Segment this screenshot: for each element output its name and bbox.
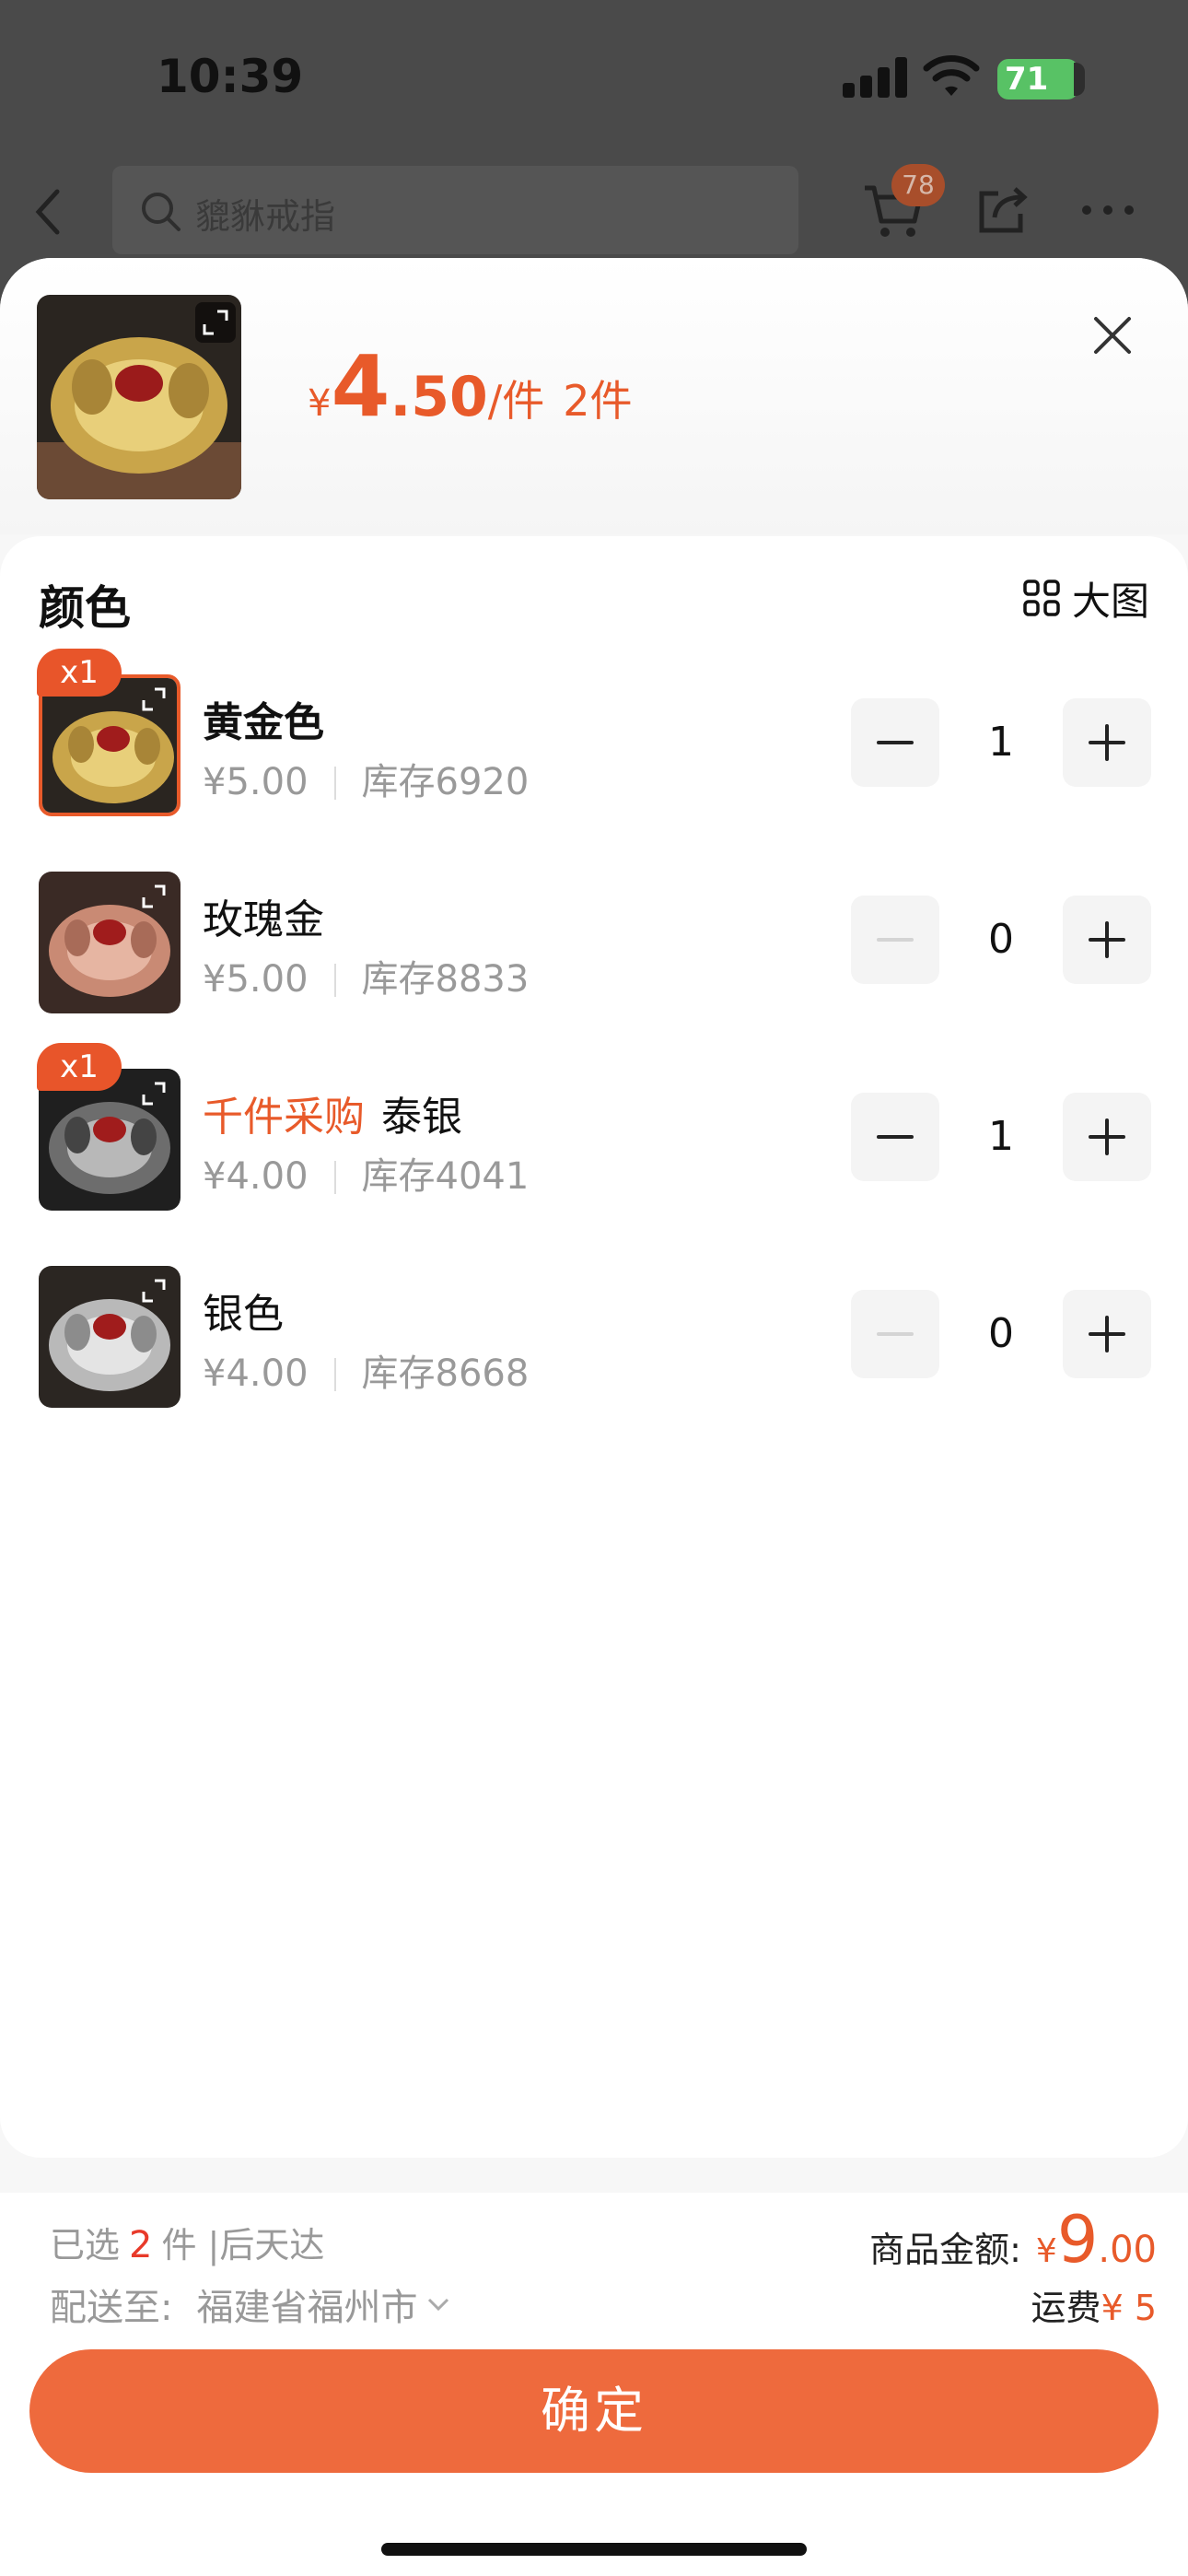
unit-price: ¥4.50/件 2件 — [308, 337, 633, 436]
quantity-value[interactable]: 0 — [939, 1290, 1063, 1378]
ship-label: 配送至: — [50, 2287, 173, 2329]
shipping-destination[interactable]: 配送至: 福建省福州市 — [50, 2277, 450, 2331]
chevron-down-icon — [426, 2296, 450, 2313]
decrease-button[interactable] — [851, 698, 939, 787]
status-time: 10:39 — [157, 50, 304, 103]
sheet-header: ¥4.50/件 2件 — [0, 258, 1188, 534]
increase-button[interactable] — [1063, 698, 1151, 787]
close-icon[interactable] — [1087, 310, 1138, 361]
decrease-button[interactable] — [851, 1290, 939, 1378]
variant-price: ¥4.00 — [203, 1352, 309, 1395]
quantity-value[interactable]: 0 — [939, 896, 1063, 984]
increase-button[interactable] — [1063, 896, 1151, 984]
quantity-badge: x1 — [37, 649, 122, 697]
expand-image-icon[interactable] — [136, 1076, 173, 1113]
search-icon — [138, 189, 184, 235]
quantity-stepper: 0 — [851, 1290, 1151, 1378]
variant-row[interactable]: x1 黄金色 ¥5.00 库存6920 1 — [0, 649, 1188, 833]
variant-panel: 颜色 大图 x1 黄金色 ¥5.00 库存6920 1 玫瑰金 ¥5.00 库存8833 0 x1… — [0, 536, 1188, 2158]
wifi-icon — [923, 53, 980, 98]
variant-meta: ¥4.00 库存4041 — [203, 1146, 529, 1200]
variant-row[interactable]: x1 千件采购 泰银 ¥4.00 库存4041 1 — [0, 1043, 1188, 1227]
search-query: 貔貅戒指 — [195, 196, 336, 237]
expand-image-icon[interactable] — [136, 682, 173, 719]
variant-name: 银色 — [203, 1291, 284, 1338]
variant-price: ¥4.00 — [203, 1155, 309, 1198]
shipping-fee: 运费¥ 5 — [1031, 2288, 1157, 2328]
variant-name: 玫瑰金 — [203, 896, 324, 943]
variant-name: 黄金色 — [203, 699, 324, 746]
confirm-button[interactable]: 确定 — [29, 2349, 1159, 2473]
variant-price: ¥5.00 — [203, 958, 309, 1001]
variant-stock: 库存4041 — [361, 1155, 530, 1198]
variant-price: ¥5.00 — [203, 761, 309, 803]
big-image-label: 大图 — [1072, 578, 1150, 624]
decrease-button[interactable] — [851, 896, 939, 984]
quantity-value[interactable]: 1 — [939, 698, 1063, 787]
variant-stock: 库存8668 — [361, 1352, 530, 1395]
selection-summary: 已选 2 件 |后天达 — [50, 2224, 325, 2266]
ship-address: 福建省福州市 — [196, 2287, 418, 2329]
goods-total: 商品金额: ¥9.00 — [869, 2202, 1157, 2277]
expand-image-icon[interactable] — [136, 1273, 173, 1310]
big-image-toggle[interactable]: 大图 — [1022, 575, 1149, 624]
variant-row[interactable]: 银色 ¥4.00 库存8668 0 — [0, 1240, 1188, 1424]
variant-tag: 千件采购 — [203, 1094, 365, 1141]
variant-stock: 库存6920 — [361, 761, 530, 803]
order-footer: 已选 2 件 |后天达 配送至: 福建省福州市 商品金额: ¥9.00 运费¥ 5 确… — [0, 2193, 1188, 2576]
quantity-badge: x1 — [37, 1043, 122, 1091]
cart-count-badge: 78 — [891, 164, 945, 206]
variant-meta: ¥5.00 库存6920 — [203, 752, 529, 805]
variant-meta: ¥4.00 库存8668 — [203, 1343, 529, 1397]
expand-image-icon[interactable] — [195, 302, 236, 343]
quantity-stepper: 1 — [851, 1093, 1151, 1181]
grid-icon — [1022, 579, 1061, 617]
quantity-stepper: 0 — [851, 896, 1151, 984]
quantity-stepper: 1 — [851, 698, 1151, 787]
more-icon[interactable] — [1079, 201, 1136, 219]
back-icon[interactable] — [29, 184, 66, 240]
variant-name: 千件采购 泰银 — [203, 1094, 462, 1141]
battery-cap-icon — [1074, 63, 1085, 96]
variant-meta: ¥5.00 库存8833 — [203, 949, 529, 1002]
selected-count: 2件 — [563, 376, 633, 426]
quantity-value[interactable]: 1 — [939, 1093, 1063, 1181]
increase-button[interactable] — [1063, 1093, 1151, 1181]
variant-stock: 库存8833 — [361, 958, 530, 1001]
battery-indicator: 71 — [997, 59, 1078, 100]
share-icon[interactable] — [976, 184, 1030, 236]
variant-row[interactable]: 玫瑰金 ¥5.00 库存8833 0 — [0, 846, 1188, 1030]
section-title: 颜色 — [39, 581, 131, 635]
decrease-button[interactable] — [851, 1093, 939, 1181]
home-indicator — [381, 2543, 807, 2556]
increase-button[interactable] — [1063, 1290, 1151, 1378]
expand-image-icon[interactable] — [136, 879, 173, 916]
signal-icon — [843, 57, 909, 98]
